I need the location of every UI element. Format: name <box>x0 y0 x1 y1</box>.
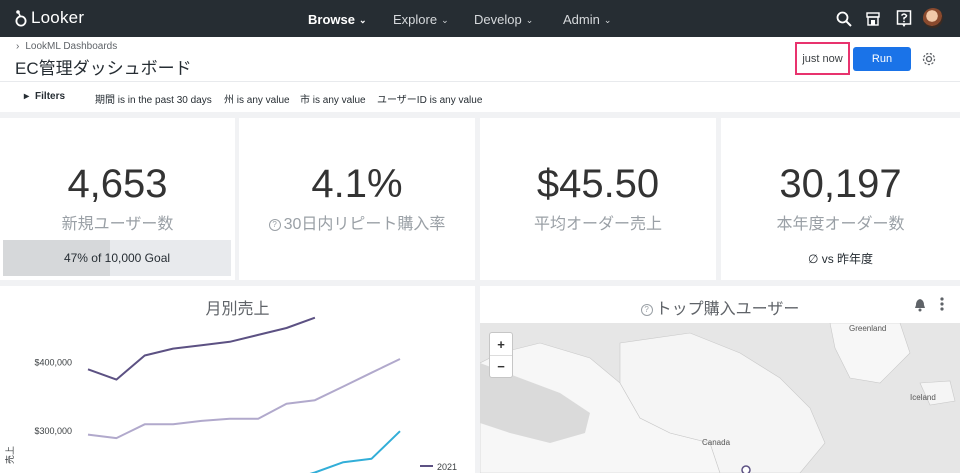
chevron-down-icon: ⌄ <box>441 14 449 25</box>
page-title: EC管理ダッシュボード <box>15 59 192 78</box>
map-label-greenland: Greenland <box>849 324 887 333</box>
last-run-indicator[interactable]: just now <box>795 42 850 75</box>
kpi-value: 4.1% <box>311 162 403 206</box>
info-icon[interactable]: ? <box>268 218 281 231</box>
info-icon[interactable]: ? <box>640 303 653 316</box>
tile-monthly-sales: 月別売上 $300,000 $400,000 売上 2021 <box>0 286 475 473</box>
filters-bar: ▸ Filters 期間 is in the past 30 days 州 is… <box>0 81 960 112</box>
nav-develop[interactable]: Develop ⌄ <box>474 12 533 27</box>
nav-develop-label: Develop <box>474 12 522 27</box>
breadcrumb-label: LookML Dashboards <box>25 41 118 52</box>
chevron-down-icon: ⌄ <box>358 14 367 25</box>
kpi-label: 30日内リピート購入率 <box>283 216 446 233</box>
looker-logo-icon <box>15 10 27 27</box>
series-line[interactable] <box>87 316 316 381</box>
map-label-iceland: Iceland <box>910 393 936 402</box>
logo-text: Looker <box>31 8 85 27</box>
chevron-right-icon: › <box>16 41 20 52</box>
nav-admin-label: Admin <box>563 12 600 27</box>
map-label-canada: Canada <box>702 438 731 447</box>
filter-chip-period[interactable]: 期間 is in the past 30 days <box>95 91 212 106</box>
run-button[interactable]: Run <box>853 47 911 71</box>
tile-repeat-rate: 4.1% ? 30日内リピート購入率 <box>239 118 475 280</box>
map-landmass <box>480 323 956 473</box>
nav-explore[interactable]: Explore ⌄ <box>393 12 449 27</box>
breadcrumb[interactable]: › LookML Dashboards <box>16 41 117 52</box>
kpi-value: 30,197 <box>779 162 902 206</box>
zoom-out-button[interactable]: − <box>490 355 512 377</box>
goal-progress-bar: 47% of 10,000 Goal <box>3 240 231 276</box>
y-tick-label: $300,000 <box>34 426 72 436</box>
marketplace-icon[interactable] <box>863 9 883 29</box>
chevron-down-icon: ⌄ <box>525 14 534 25</box>
nav-admin[interactable]: Admin ⌄ <box>563 12 611 27</box>
filter-field: ユーザーID <box>377 95 427 106</box>
series-line[interactable] <box>287 430 401 473</box>
filter-condition: is any value <box>429 95 483 106</box>
avatar[interactable] <box>923 8 943 28</box>
y-tick-label: $400,000 <box>34 357 72 367</box>
filter-field: 期間 <box>95 95 115 106</box>
comparison-text: ∅ vs 昨年度 <box>807 252 874 266</box>
search-icon[interactable] <box>834 9 854 29</box>
filter-chip-user-id[interactable]: ユーザーID is any value <box>377 91 482 106</box>
tile-yearly-orders: 30,197 本年度オーダー数 ∅ vs 昨年度 <box>721 118 960 280</box>
alert-bell-icon[interactable] <box>914 298 926 317</box>
series-line[interactable] <box>87 358 401 440</box>
tile-avg-order: $45.50 平均オーダー売上 <box>480 118 716 280</box>
filters-label: Filters <box>35 91 66 102</box>
more-options-icon[interactable] <box>938 295 946 313</box>
map-zoom-control: + − <box>489 332 513 378</box>
looker-logo[interactable]: Looker <box>14 8 84 28</box>
chart-title-row: ? トップ購入ユーザー <box>480 295 960 319</box>
filters-toggle[interactable]: ▸ Filters <box>24 91 65 102</box>
top-nav: Looker Browse ⌄ Explore ⌄ Develop ⌄ Admi… <box>0 0 960 37</box>
caret-right-icon: ▸ <box>24 91 30 102</box>
zoom-in-button[interactable]: + <box>490 333 512 355</box>
chart-title: トップ購入ユーザー <box>655 301 800 318</box>
kpi-label-row: ? 30日内リピート購入率 <box>239 210 475 234</box>
nav-explore-label: Explore <box>393 12 438 27</box>
legend-label: 2021 <box>437 462 457 472</box>
y-axis-label: 売上 <box>4 446 15 464</box>
kpi-label: 本年度オーダー数 <box>776 216 905 233</box>
filter-chip-state[interactable]: 州 is any value <box>224 91 290 106</box>
filter-field: 市 <box>300 95 310 106</box>
gear-icon[interactable] <box>919 49 939 69</box>
chevron-down-icon: ⌄ <box>603 14 612 25</box>
filter-field: 州 <box>224 95 234 106</box>
filter-chip-city[interactable]: 市 is any value <box>300 91 366 106</box>
kpi-label: 新規ユーザー数 <box>61 216 174 233</box>
help-icon[interactable] <box>894 9 914 29</box>
kpi-value: $45.50 <box>536 162 660 206</box>
kpi-label: 平均オーダー売上 <box>533 216 662 233</box>
kpi-value: 4,653 <box>67 162 168 206</box>
tile-new-users: 4,653 新規ユーザー数 47% of 10,000 Goal <box>0 118 235 280</box>
monthly-sales-chart: $300,000 $400,000 売上 2021 <box>4 316 457 473</box>
nav-browse[interactable]: Browse ⌄ <box>308 12 367 27</box>
filter-condition: is any value <box>236 95 290 106</box>
world-map[interactable]: Greenland Iceland Canada <box>480 323 960 473</box>
filter-condition: is in the past 30 days <box>117 95 212 106</box>
nav-browse-label: Browse <box>308 12 355 27</box>
goal-text: 47% of 10,000 Goal <box>63 251 171 265</box>
filter-condition: is any value <box>312 95 366 106</box>
